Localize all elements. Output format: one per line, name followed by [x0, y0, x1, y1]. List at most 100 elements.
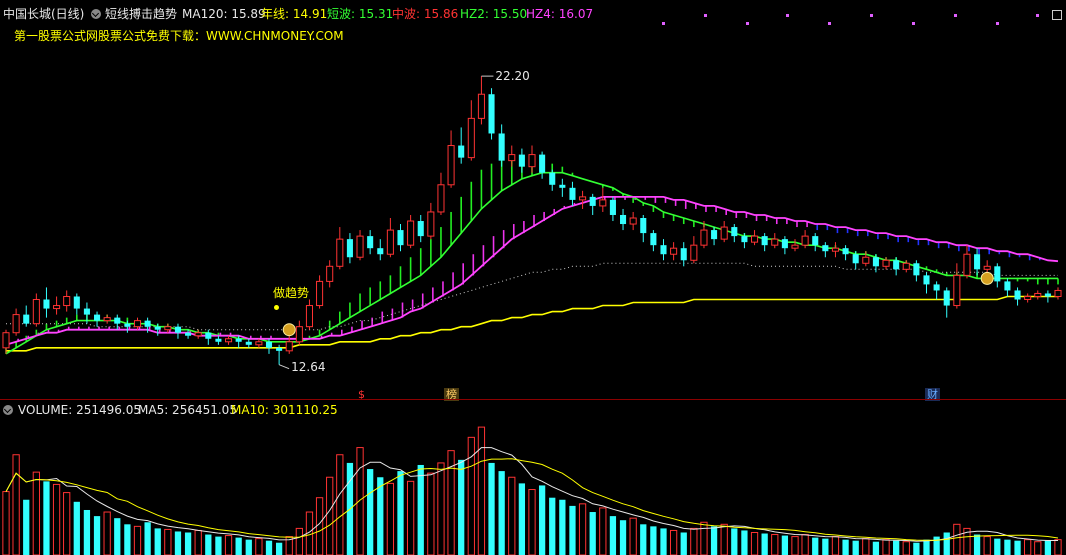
candle-body: [63, 295, 71, 307]
candle-body: [295, 326, 303, 343]
panel-divider: [0, 399, 1066, 400]
volume-bar: [750, 531, 759, 555]
candle-body: [943, 290, 950, 306]
volume-dropdown-icon[interactable]: [3, 405, 13, 415]
candle-body: [518, 154, 525, 167]
candle-body: [831, 247, 839, 252]
volume-bar: [315, 497, 324, 555]
candle-body: [133, 320, 142, 328]
volume-bar: [224, 535, 233, 555]
candle-body: [983, 265, 991, 270]
header-dot: [1036, 14, 1039, 17]
candle-body: [974, 254, 981, 270]
volume-bar: [771, 534, 779, 555]
candle-body: [488, 94, 495, 134]
candlestick-chart[interactable]: [0, 48, 1066, 388]
volume-bar: [295, 527, 303, 555]
volume-chart[interactable]: [0, 418, 1066, 555]
candle-body: [761, 236, 768, 246]
volume-bar: [731, 528, 738, 555]
candle-body: [154, 326, 161, 330]
candle-body: [285, 341, 293, 352]
volume-bar: [680, 532, 687, 555]
candle-body: [305, 305, 313, 328]
volume-bar: [23, 499, 30, 555]
volume-bar: [791, 536, 799, 555]
volume-value: VOLUME: 251496.05: [18, 403, 141, 417]
stock-chart-window[interactable]: 中国长城(日线) 短线搏击趋势 MA120: 15.89 年线: 14.91 短…: [0, 0, 1066, 555]
volume-bar: [549, 497, 556, 555]
header-dot: [662, 22, 665, 25]
volume-bar: [559, 499, 566, 555]
header-dot: [746, 22, 749, 25]
candle-body: [771, 238, 779, 246]
candle-body: [963, 253, 971, 276]
candle-body: [467, 117, 475, 159]
candle-body: [508, 154, 516, 162]
low-pointer: [278, 364, 290, 370]
candle-body: [245, 341, 252, 345]
volume-bar: [518, 483, 526, 555]
volume-bar: [913, 542, 920, 555]
volume-bar: [953, 523, 961, 555]
volume-bar: [882, 539, 890, 555]
volume-bar: [983, 536, 991, 555]
indicator-name[interactable]: 短线搏击趋势: [105, 7, 177, 21]
header-dot: [704, 14, 707, 17]
candle-body: [164, 326, 172, 331]
volume-bar: [417, 464, 424, 555]
candle-body: [852, 254, 859, 264]
volume-bar: [215, 536, 222, 555]
volume-bar: [1014, 540, 1021, 555]
candle-body: [194, 332, 202, 337]
header-yearline: 年线: 14.91: [261, 7, 328, 21]
header-hz4: HZ4: 16.07: [526, 7, 594, 21]
candle-body: [882, 259, 890, 267]
volume-bar: [73, 501, 80, 555]
candle-body: [43, 299, 50, 309]
header-mid-wave: 中波: 15.86: [392, 7, 459, 21]
candle-body: [185, 332, 192, 336]
volume-bar: [427, 472, 435, 555]
volume-bar: [1004, 539, 1011, 555]
volume-bar: [710, 526, 718, 555]
candle-body: [346, 239, 353, 258]
candle-body: [599, 199, 607, 207]
candle-body: [842, 248, 849, 255]
volume-bar: [103, 511, 111, 555]
volume-bar: [63, 492, 71, 555]
volume-bar: [377, 477, 384, 555]
header-short-wave: 短波: 15.31: [327, 7, 394, 21]
volume-ma5: MA5: 256451.05: [138, 403, 237, 417]
candle-body: [680, 248, 687, 261]
volume-bar: [872, 541, 880, 555]
candle-body: [629, 217, 637, 225]
volume-bar: [174, 531, 182, 555]
candle-body: [53, 305, 61, 310]
volume-bar: [397, 471, 404, 555]
candle-body: [32, 299, 40, 325]
promo-text: 第一股票公式网股票公式免费下载：WWW.CHNMONEY.COM: [14, 29, 344, 43]
candle-body: [477, 93, 485, 119]
volume-bar: [164, 528, 172, 555]
header-ma120: MA120: 15.89: [182, 7, 266, 21]
volume-bar: [862, 538, 870, 555]
candle-body: [1014, 290, 1021, 300]
volume-bar: [133, 525, 142, 555]
stock-name: 中国长城(日线): [3, 7, 85, 21]
volume-bar: [599, 507, 607, 555]
candle-body: [872, 257, 879, 267]
candle-body: [12, 314, 20, 334]
volume-bar: [437, 462, 445, 555]
candle-body: [356, 235, 364, 258]
candle-body: [1034, 292, 1042, 297]
header-dot: [786, 14, 789, 17]
indicator-dropdown-icon[interactable]: [91, 9, 101, 19]
candle-body: [589, 196, 596, 206]
volume-bar: [458, 459, 465, 555]
candle-body: [994, 266, 1001, 282]
volume-bar: [640, 524, 647, 555]
candle-body: [367, 236, 374, 249]
candle-body: [458, 145, 465, 158]
volume-bar: [114, 518, 121, 555]
